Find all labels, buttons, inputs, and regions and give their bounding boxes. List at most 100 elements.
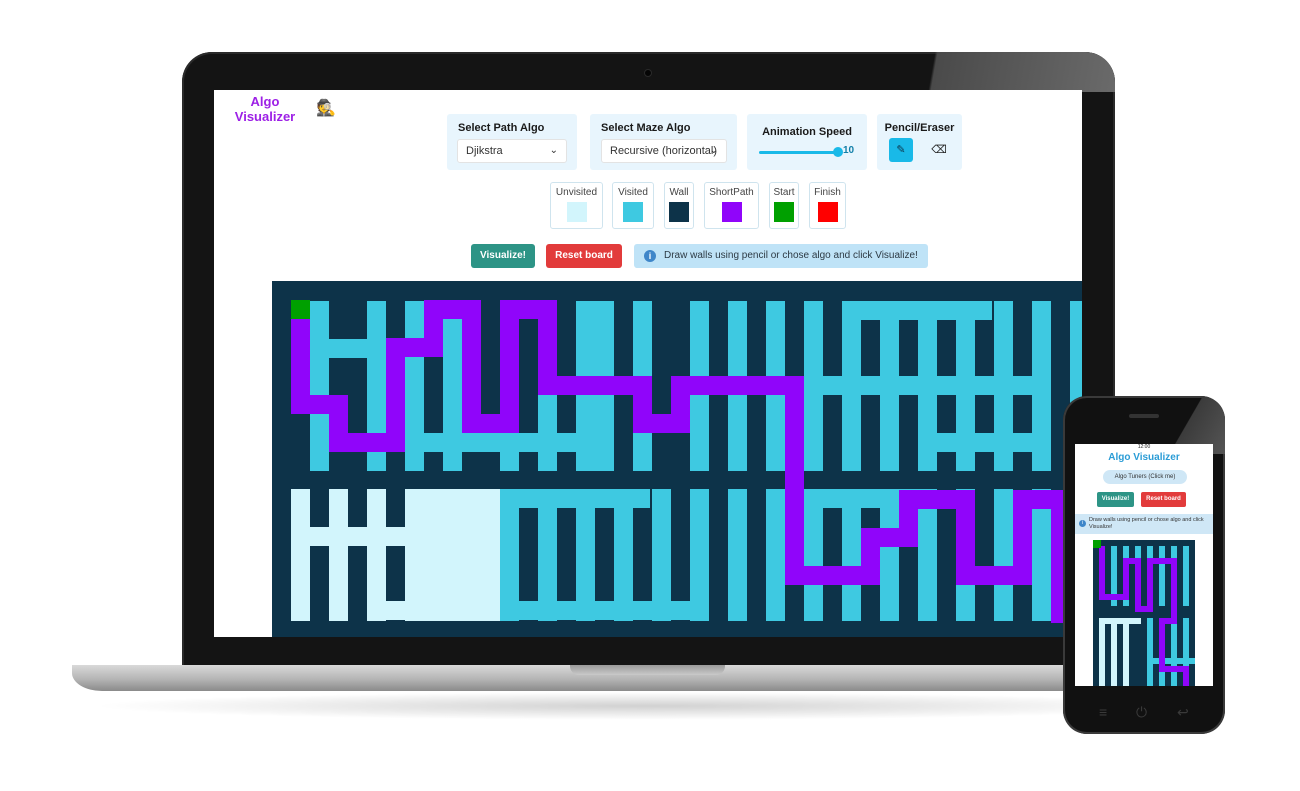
wall-background	[1093, 540, 1195, 686]
phone-visualize-button[interactable]: Visualize!	[1097, 492, 1134, 507]
phone-page-title: Algo Visualizer	[1108, 452, 1180, 463]
visited-cell	[1159, 546, 1165, 606]
shortpath-swatch	[721, 202, 742, 222]
base-notch	[570, 665, 725, 675]
phone-info-text: Draw walls using pencil or chose algo an…	[1089, 517, 1204, 530]
maze-algo-title: Select Maze Algo	[601, 122, 691, 134]
path-algo-control: Select Path Algo Djikstra ⌄	[447, 114, 577, 170]
animation-speed-control: Animation Speed 10	[747, 114, 867, 170]
shortest-path-cell	[671, 376, 804, 395]
visualize-button[interactable]: Visualize!	[471, 244, 535, 268]
laptop-screen: Algo Visualizer 🕵 Select Path Algo Djiks…	[214, 90, 1082, 637]
visited-cell	[880, 489, 899, 621]
unvisited-cell	[1099, 618, 1105, 686]
info-alert: i Draw walls using pencil or chose algo …	[634, 244, 928, 268]
power-icon[interactable]: ⏻	[1136, 704, 1147, 721]
pencil-button[interactable]: ✎	[889, 138, 913, 162]
visited-cell	[1183, 546, 1189, 606]
chevron-down-icon: ⌄	[709, 145, 718, 156]
unvisited-cell	[291, 489, 310, 621]
reset-board-button[interactable]: Reset board	[546, 244, 622, 268]
visited-cell	[500, 601, 700, 620]
path-algo-select[interactable]: Djikstra ⌄	[457, 139, 567, 163]
unvisited-cell	[1099, 618, 1141, 624]
shortest-path-cell	[1183, 666, 1189, 686]
visited-cell	[842, 301, 992, 320]
unvisited-cell	[1123, 618, 1129, 686]
maze-algo-value: Recursive (horizontal)	[610, 145, 717, 157]
speed-slider-handle[interactable]	[833, 147, 843, 157]
start-node	[291, 300, 310, 319]
visited-cell	[766, 489, 785, 621]
info-text: Draw walls using pencil or chose algo an…	[664, 250, 918, 261]
visited-cell	[1171, 618, 1177, 686]
speed-slider-track[interactable]	[759, 151, 839, 154]
lid-glare	[855, 52, 1115, 92]
pencil-icon: ✎	[896, 144, 906, 156]
unvisited-swatch	[566, 202, 587, 222]
legend-visited: Visited	[612, 182, 654, 229]
unvisited-cell	[367, 601, 497, 620]
shortest-path-cell	[462, 300, 481, 433]
path-algo-value: Djikstra	[466, 145, 503, 157]
unvisited-cell	[329, 489, 348, 621]
laptop-frame: Algo Visualizer 🕵 Select Path Algo Djiks…	[182, 52, 1115, 672]
shortest-path-cell	[500, 300, 519, 433]
legend-label: Start	[773, 187, 795, 198]
eraser-icon: ⌫	[931, 144, 947, 156]
visited-cell	[1147, 658, 1195, 664]
menu-icon[interactable]: ≡	[1099, 704, 1107, 720]
shortest-path-cell	[1171, 558, 1177, 624]
phone-info-alert: i Draw walls using pencil or chose algo …	[1075, 514, 1213, 534]
shortest-path-cell	[785, 376, 804, 585]
brand-logo[interactable]: Algo Visualizer	[220, 94, 310, 124]
shortest-path-cell	[1099, 546, 1105, 600]
maze-algo-select[interactable]: Recursive (horizontal) ⌄	[601, 139, 727, 163]
finish-swatch	[817, 202, 838, 222]
legend-shortpath: ShortPath	[704, 182, 759, 229]
visited-cell	[500, 489, 650, 508]
visited-swatch	[623, 202, 643, 222]
legend-unvisited: Unvisited	[550, 182, 603, 229]
animation-speed-title: Animation Speed	[762, 126, 852, 138]
phone-speaker	[1129, 414, 1159, 418]
brand-line-1: Algo	[250, 94, 280, 109]
start-node	[1093, 540, 1101, 548]
legend-finish: Finish	[809, 182, 846, 229]
shortest-path-cell	[1159, 618, 1165, 672]
phone-status-bar: 12:00	[1075, 444, 1213, 450]
legend-wall: Wall	[664, 182, 694, 229]
maze-grid[interactable]	[272, 281, 1082, 637]
start-swatch	[774, 202, 794, 222]
legend-label: ShortPath	[709, 187, 754, 198]
shortest-path-cell	[1147, 558, 1153, 612]
algo-tuners-button[interactable]: Algo Tuners (Click me)	[1103, 470, 1187, 484]
legend-label: Wall	[669, 187, 689, 198]
eraser-button[interactable]: ⌫	[927, 138, 951, 162]
phone-reset-button[interactable]: Reset board	[1141, 492, 1186, 507]
unvisited-cell	[1111, 618, 1117, 686]
visited-cell	[994, 489, 1013, 621]
info-icon: i	[644, 250, 656, 262]
visited-cell	[918, 433, 1038, 452]
pencil-eraser-control: Pencil/Eraser ✎ ⌫	[877, 114, 962, 170]
back-icon[interactable]: ↩	[1177, 704, 1189, 721]
phone-screen: 12:00 Algo Visualizer Algo Tuners (Click…	[1075, 444, 1213, 686]
phone-nav-bar: ≡ ⏻ ↩	[1063, 698, 1225, 728]
legend-start: Start	[769, 182, 799, 229]
unvisited-cell	[291, 527, 511, 546]
visited-cell	[804, 489, 823, 621]
pencil-eraser-title: Pencil/Eraser	[884, 122, 955, 134]
legend-label: Unvisited	[555, 187, 598, 198]
algo-tuners-label: Algo Tuners (Click me)	[1114, 474, 1176, 480]
laptop-shadow	[90, 692, 1200, 720]
info-icon: i	[1079, 520, 1086, 527]
legend-label: Visited	[618, 187, 648, 198]
phone-frame: 12:00 Algo Visualizer Algo Tuners (Click…	[1063, 396, 1225, 734]
wall-swatch	[669, 202, 689, 222]
phone-maze-grid[interactable]	[1093, 540, 1195, 686]
speed-value: 10	[843, 145, 855, 156]
status-time: 12:00	[1137, 444, 1151, 450]
visited-cell	[842, 489, 861, 621]
detective-icon: 🕵	[316, 100, 336, 117]
